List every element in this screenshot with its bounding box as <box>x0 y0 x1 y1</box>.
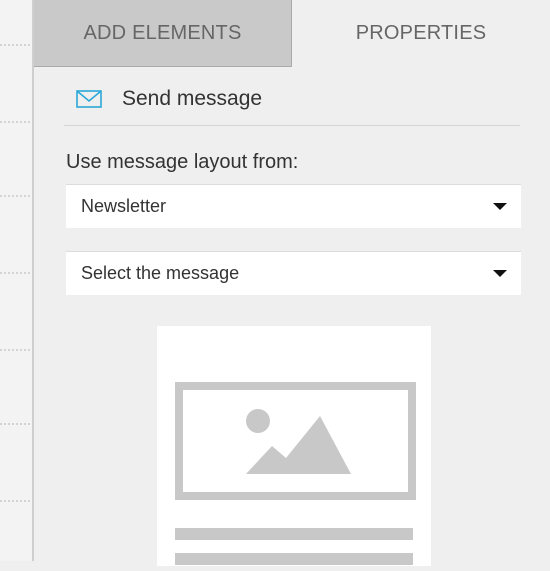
caret-down-icon <box>493 270 507 277</box>
canvas-strip <box>0 0 32 561</box>
layout-select-value: Newsletter <box>81 196 167 216</box>
image-placeholder-icon <box>175 382 416 565</box>
element-header: Send message <box>64 72 520 126</box>
tab-add-elements[interactable]: ADD ELEMENTS <box>34 0 292 67</box>
canvas-dotted-guide <box>0 272 30 274</box>
message-select-value: Select the message <box>81 263 240 283</box>
properties-panel: ADD ELEMENTS PROPERTIES Send message Use… <box>32 0 550 566</box>
layout-select[interactable]: Newsletter <box>66 184 521 228</box>
panel-tabs: ADD ELEMENTS PROPERTIES <box>34 0 550 67</box>
canvas-dotted-guide <box>0 423 30 425</box>
canvas-dotted-guide <box>0 121 30 123</box>
element-title: Send message <box>122 86 263 110</box>
canvas-dotted-guide <box>0 195 30 197</box>
canvas-dotted-guide <box>0 500 30 502</box>
canvas-dotted-guide <box>0 349 30 351</box>
message-select[interactable]: Select the message <box>66 251 521 295</box>
layout-field-label: Use message layout from: <box>66 151 299 173</box>
caret-down-icon <box>493 203 507 210</box>
canvas-dotted-guide <box>0 44 30 46</box>
message-preview <box>157 326 431 566</box>
tab-properties[interactable]: PROPERTIES <box>292 0 550 67</box>
envelope-icon <box>76 89 102 108</box>
